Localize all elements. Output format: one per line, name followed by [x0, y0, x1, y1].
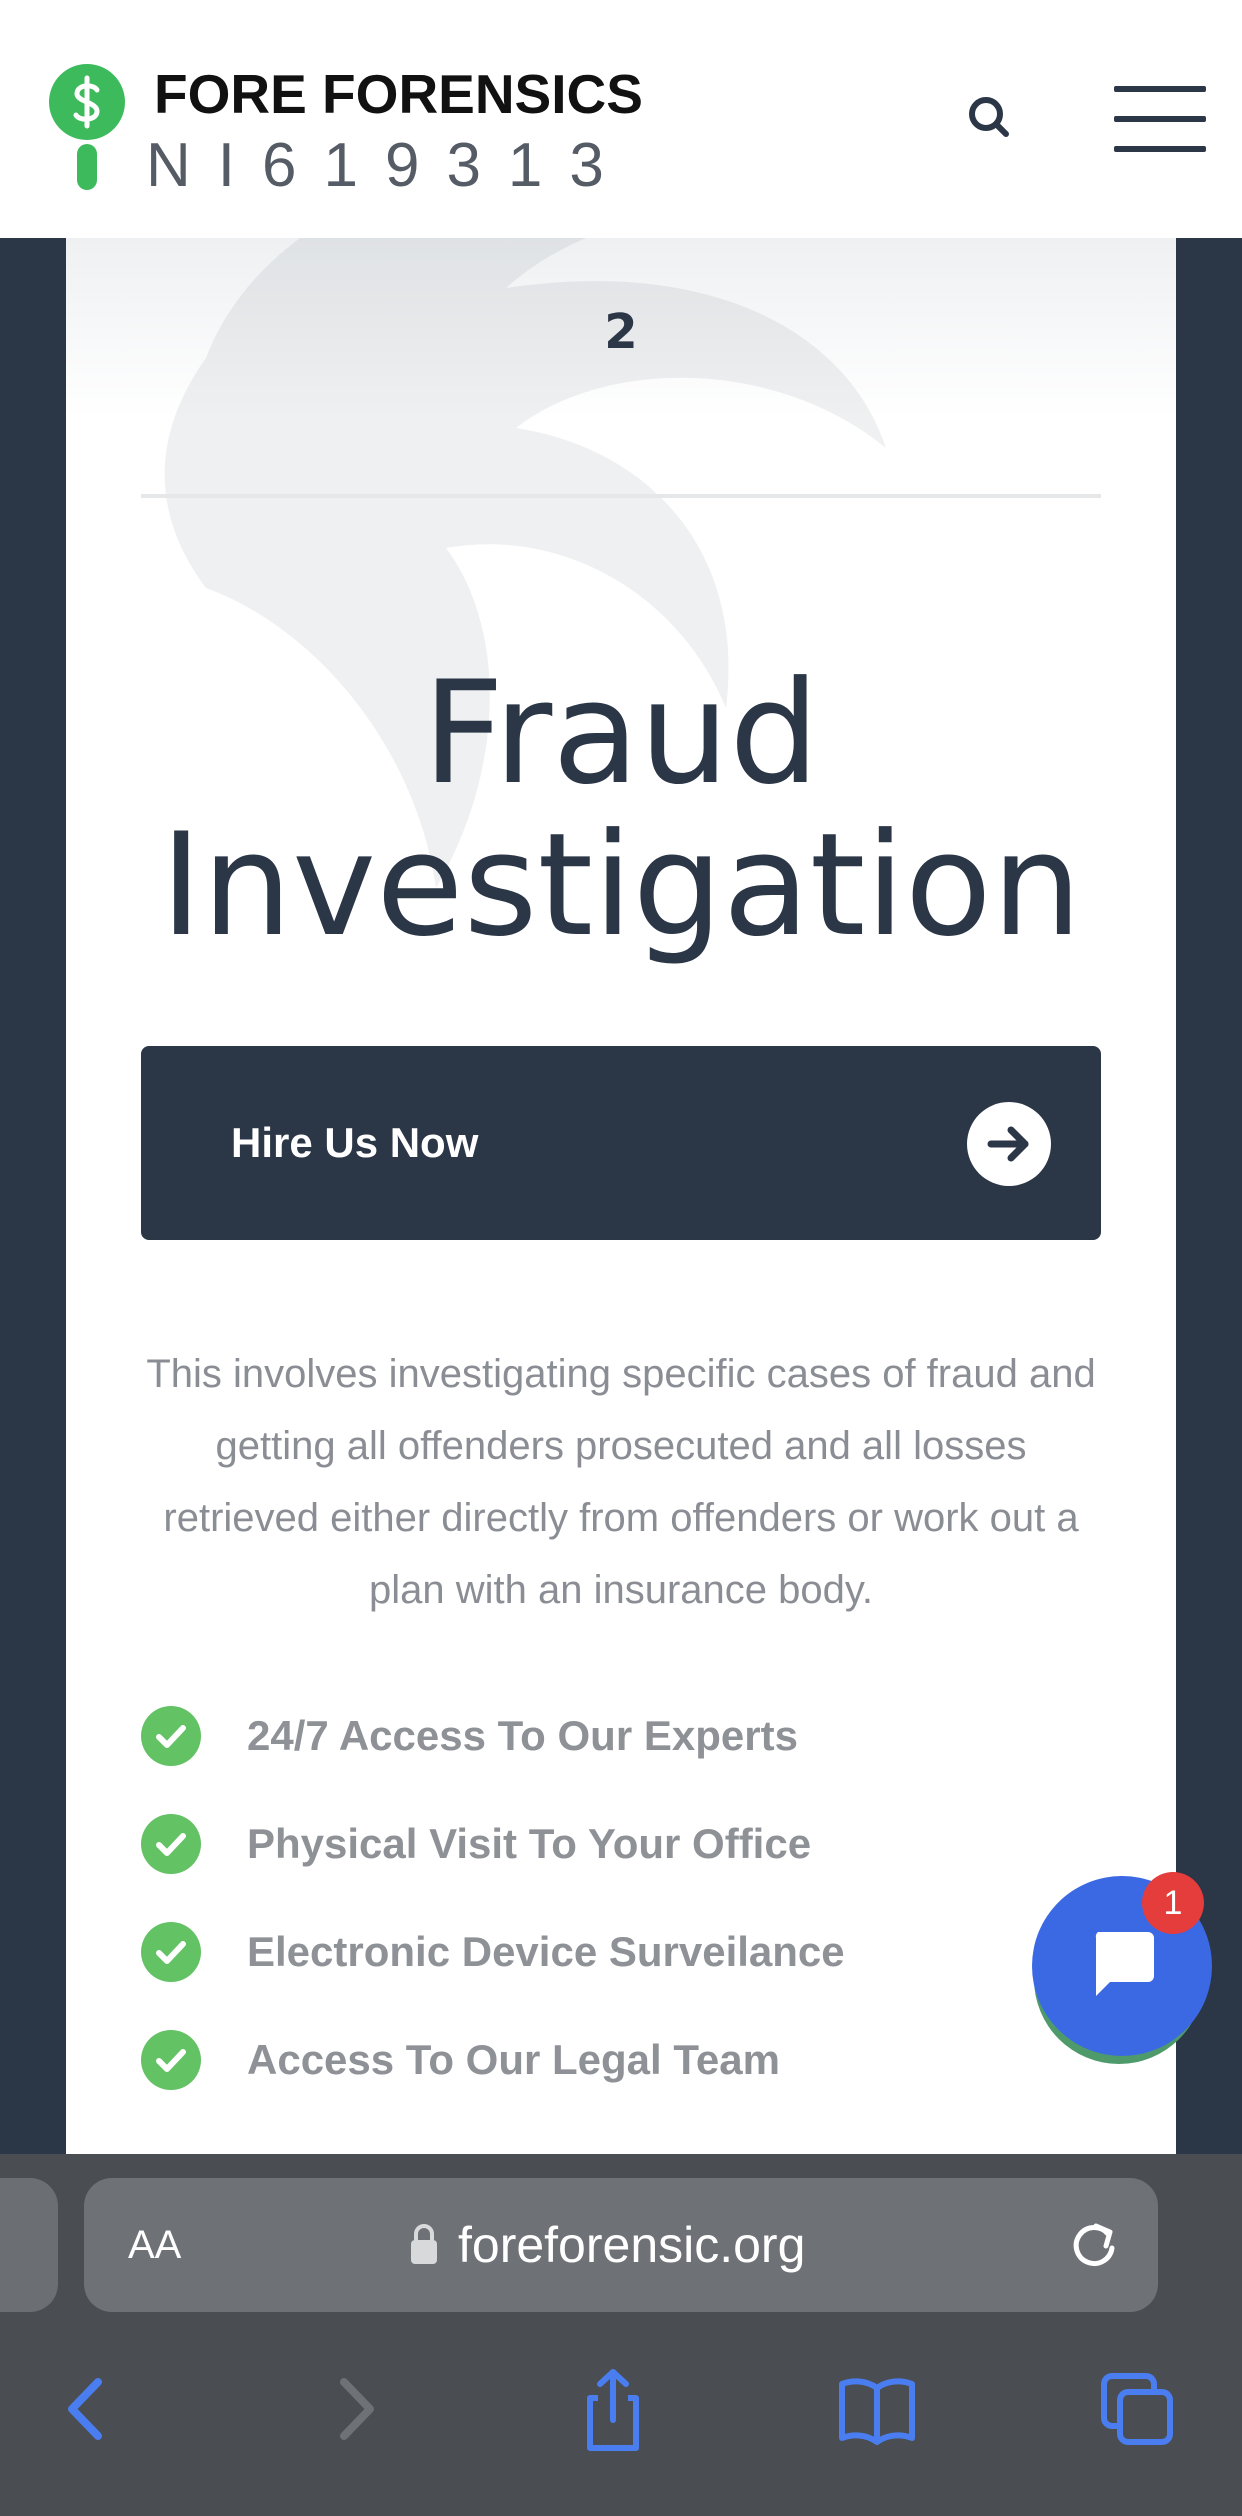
list-item: Access To Our Legal Team: [141, 2030, 1101, 2138]
check-circle-icon: [141, 1706, 201, 1766]
reload-icon[interactable]: [1064, 2214, 1124, 2274]
title-line-1: Fraud: [422, 651, 820, 816]
service-number: 2: [604, 304, 638, 360]
list-item: Electronic Device Surveilance: [141, 1922, 1101, 2030]
bookmarks-icon[interactable]: [832, 2364, 922, 2454]
search-icon: [969, 97, 1009, 137]
lock-icon: [411, 2224, 437, 2264]
check-circle-icon: [141, 1814, 201, 1874]
browser-chrome: AA foreforensic.org: [0, 2154, 1242, 2516]
notification-badge: 1: [1142, 1872, 1204, 1934]
browser-toolbar: [0, 2334, 1242, 2484]
url-text: foreforensic.org: [458, 2217, 806, 2273]
chat-button[interactable]: 1: [1030, 1872, 1212, 2064]
feature-list: 24/7 Access To Our Experts Physical Visi…: [141, 1706, 1101, 2138]
feature-label: Electronic Device Surveilance: [247, 1928, 845, 1975]
list-item: Physical Visit To Your Office: [141, 1814, 1101, 1922]
title-line-2: Investigation: [160, 803, 1082, 968]
feature-label: 24/7 Access To Our Experts: [247, 1712, 798, 1759]
brand-subtitle: NI619313: [146, 131, 631, 200]
hamburger-menu-icon[interactable]: [1114, 82, 1210, 156]
address-bar[interactable]: AA foreforensic.org: [84, 2178, 1158, 2312]
hire-button-label: Hire Us Now: [231, 1119, 479, 1166]
brand-logo[interactable]: FORE FORENSICS NI619313: [46, 60, 646, 200]
share-icon[interactable]: [568, 2364, 658, 2454]
check-circle-icon: [141, 1922, 201, 1982]
tabs-icon[interactable]: [1094, 2364, 1184, 2454]
service-description: This involves investigating specific cas…: [146, 1352, 1096, 1612]
hire-us-now-button[interactable]: Hire Us Now: [141, 1046, 1101, 1240]
search-button[interactable]: [960, 88, 1020, 148]
divider: [141, 494, 1101, 498]
brand-title: FORE FORENSICS: [154, 63, 643, 125]
back-icon[interactable]: [42, 2364, 132, 2454]
check-circle-icon: [141, 2030, 201, 2090]
dollar-magnifier-logo-icon: [49, 64, 125, 190]
service-card: 2 Fraud Investigation Hire Us Now This i…: [66, 238, 1176, 2154]
feature-label: Physical Visit To Your Office: [247, 1820, 812, 1867]
previous-tab-peek[interactable]: [0, 2178, 58, 2312]
arrow-right-icon: [967, 1102, 1051, 1186]
service-title: Fraud Investigation: [66, 658, 1176, 962]
text-size-button[interactable]: AA: [128, 2178, 181, 2312]
chat-bubble-icon: [1095, 1932, 1154, 1996]
forward-icon[interactable]: [310, 2364, 400, 2454]
feature-label: Access To Our Legal Team: [247, 2036, 780, 2083]
list-item: 24/7 Access To Our Experts: [141, 1706, 1101, 1814]
site-header: FORE FORENSICS NI619313: [0, 0, 1242, 238]
